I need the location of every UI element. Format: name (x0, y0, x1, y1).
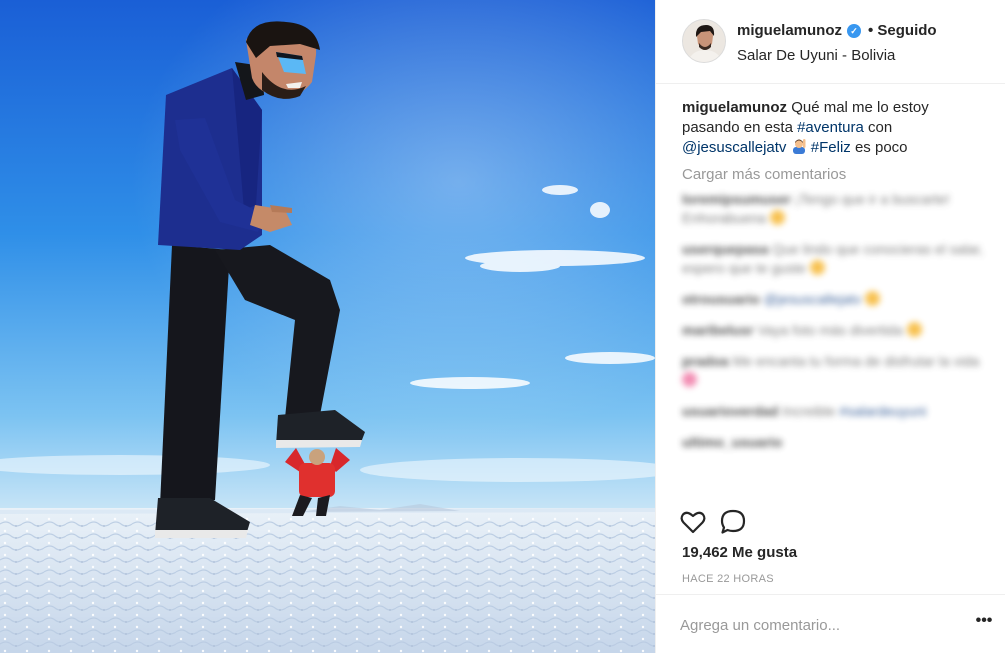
comment-text: Me encanta tu forma de disfrutar la vida (732, 353, 980, 369)
hashtag-feliz[interactable]: #Feliz (811, 139, 851, 156)
instagram-post: miguelamunoz ✓ • Seguido Salar De Uyuni -… (0, 0, 1005, 653)
caption-text-with: con (863, 119, 893, 136)
comment-button[interactable] (718, 507, 748, 537)
verified-badge-icon: ✓ (847, 24, 862, 38)
heart-emoji-icon (682, 372, 697, 387)
comment-username[interactable]: otrousuario (682, 291, 760, 307)
salar-photo-illustration (0, 0, 655, 653)
emoji-icon (906, 322, 922, 337)
avatar-portrait-icon (683, 20, 725, 62)
comment-item: maribelusr Vaya foto más divertida (676, 321, 984, 340)
comment-text: Increible (782, 403, 836, 419)
follow-status[interactable]: • Seguido (868, 22, 937, 39)
speech-bubble-icon (720, 509, 746, 534)
emoji-icon (865, 291, 881, 306)
comment-username[interactable]: maribelusr (682, 322, 754, 338)
post-header: miguelamunoz ✓ • Seguido Salar De Uyuni -… (656, 0, 1005, 84)
add-comment-form: ••• (656, 594, 1005, 653)
comment-item: pradoa Me encanta tu forma de disfrutar … (676, 352, 984, 390)
comment-username[interactable]: pradoa (682, 353, 729, 369)
comment-item: otrousuario @jesuscallejatv (676, 290, 984, 309)
post-details-panel: miguelamunoz ✓ • Seguido Salar De Uyuni -… (655, 0, 1005, 653)
emoji-icon (769, 210, 785, 225)
username[interactable]: miguelamunoz ✓ (737, 22, 862, 39)
comment-item: userquepasa Que lindo que conocieras el … (676, 240, 984, 278)
comment-username[interactable]: loremipsumuser (682, 191, 791, 207)
avatar[interactable] (682, 19, 726, 63)
comment-username[interactable]: userquepasa (682, 241, 768, 257)
load-more-comments-button[interactable]: Cargar más comentarios (682, 166, 846, 183)
blurred-comments-list: loremipsumuser ¡Tengo que ir a buscarte!… (676, 190, 984, 508)
heart-outline-icon (680, 511, 706, 534)
post-caption: miguelamunoz Qué mal me lo estoy pasando… (682, 98, 982, 158)
caption-author[interactable]: miguelamunoz (682, 99, 787, 116)
caption-text-end: es poco (850, 139, 908, 156)
post-photo[interactable] (0, 0, 655, 653)
man-raising-hand-emoji-icon (792, 139, 806, 154)
hashtag-aventura[interactable]: #aventura (797, 119, 864, 136)
comment-username[interactable]: usuarioverdad (682, 403, 778, 419)
emoji-icon (809, 260, 825, 275)
location-link[interactable]: Salar De Uyuni - Bolivia (737, 47, 895, 64)
comment-username[interactable]: ultimo_usuario (682, 434, 782, 450)
comment-hashtag[interactable]: #salardeuyuni (839, 403, 926, 419)
comment-mention[interactable]: @jesuscallejatv (764, 291, 861, 307)
comment-item: usuarioverdad Increible #salardeuyuni (676, 402, 984, 421)
likes-count[interactable]: 19,462 Me gusta (682, 544, 797, 561)
comment-item: ultimo_usuario (676, 433, 984, 452)
comment-text: Vaya foto más divertida (757, 322, 903, 338)
more-options-button[interactable]: ••• (974, 613, 994, 635)
like-button[interactable] (678, 507, 708, 537)
mention-jesuscallejatv[interactable]: @jesuscallejatv (682, 139, 786, 156)
comment-item: loremipsumuser ¡Tengo que ir a buscarte!… (676, 190, 984, 228)
post-timestamp[interactable]: HACE 22 HORAS (682, 573, 774, 585)
comment-input[interactable] (680, 613, 950, 637)
post-actions (656, 507, 1005, 539)
